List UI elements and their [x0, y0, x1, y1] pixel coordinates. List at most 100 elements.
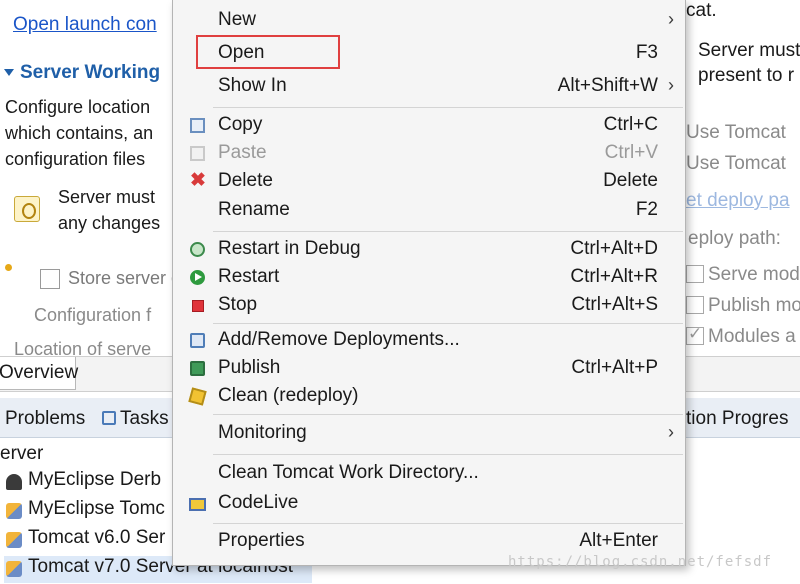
stop-icon	[192, 300, 204, 312]
menu-shortcut: Alt+Shift+W	[557, 75, 658, 96]
context-menu: New › Open F3 Show In Alt+Shift+W › Copy Ctrl…	[172, 0, 686, 566]
menu-label: Restart in Debug	[218, 238, 361, 259]
tomcat-icon	[6, 561, 22, 577]
configuration-label: Configuration f	[34, 305, 152, 325]
menu-item-restart-in-debug[interactable]: Restart in Debug Ctrl+Alt+D	[173, 236, 685, 264]
menu-shortcut: F3	[635, 42, 658, 63]
section-description: Configure location which contains, an co…	[5, 94, 153, 172]
tasks-label: Tasks	[120, 408, 169, 429]
publish-module-checkbox[interactable]	[686, 296, 704, 314]
tab-progress[interactable]: tion Progres	[686, 408, 788, 430]
menu-label: CodeLive	[218, 492, 299, 513]
menu-label: Stop	[218, 294, 258, 315]
deployments-icon	[190, 333, 205, 348]
server-row[interactable]: Tomcat v6.0 Ser	[4, 527, 165, 554]
menu-label: Open	[218, 42, 265, 63]
server-row[interactable]: MyEclipse Tomc	[4, 498, 165, 525]
menu-label: Clean Tomcat Work Directory...	[218, 462, 479, 483]
restart-icon	[190, 270, 205, 285]
serve-modules-label: Serve mod	[708, 264, 800, 285]
menu-item-publish[interactable]: Publish Ctrl+Alt+P	[173, 355, 685, 383]
use-tomcat-option-1[interactable]: Use Tomcat	[686, 122, 786, 144]
server-row-label: MyEclipse Derb	[28, 469, 162, 490]
deploy-path-label: eploy path:	[688, 228, 781, 249]
menu-item-show-in[interactable]: Show In Alt+Shift+W ›	[173, 73, 685, 101]
info-icon	[14, 196, 40, 222]
servers-column-header: erver	[0, 443, 44, 464]
menu-item-monitoring[interactable]: Monitoring ›	[173, 420, 685, 448]
publish-module-label: Publish mo	[708, 295, 800, 316]
store-server-checkbox[interactable]	[40, 269, 60, 289]
set-deploy-path-link[interactable]: et deploy pa	[686, 190, 790, 212]
menu-label: Publish	[218, 357, 281, 378]
menu-shortcut: Alt+Enter	[579, 530, 658, 551]
submenu-arrow-icon: ›	[668, 422, 674, 442]
menu-item-paste: Paste Ctrl+V	[173, 140, 685, 168]
menu-item-new[interactable]: New ›	[173, 7, 685, 35]
menu-separator	[213, 323, 683, 324]
menu-item-properties[interactable]: Properties Alt+Enter	[173, 528, 685, 556]
menu-label: Add/Remove Deployments...	[218, 329, 460, 350]
menu-label: Rename	[218, 199, 290, 220]
menu-item-clean-tomcat-work-directory[interactable]: Clean Tomcat Work Directory...	[173, 460, 685, 488]
store-server-label: Store server co	[68, 268, 180, 288]
tab-overview[interactable]: Overview	[0, 357, 78, 390]
menu-label: Properties	[218, 530, 305, 551]
server-row[interactable]: MyEclipse Derb	[4, 469, 161, 496]
menu-item-add-remove-deployments[interactable]: Add/Remove Deployments...	[173, 327, 685, 355]
publish-icon	[190, 361, 205, 376]
server-editor-left: Open launch con Server Working Configure…	[0, 0, 180, 584]
server-must-note: Server must any changes	[58, 184, 160, 236]
menu-shortcut: Ctrl+Alt+D	[570, 238, 658, 259]
modules-label: Modules a	[708, 326, 796, 347]
debug-icon	[190, 242, 205, 257]
collapse-triangle-icon[interactable]	[4, 69, 14, 77]
menu-item-copy[interactable]: Copy Ctrl+C	[173, 112, 685, 140]
menu-separator	[213, 523, 683, 524]
server-editor-right: cat. Server must present to r Use Tomcat…	[686, 0, 800, 584]
derby-icon	[6, 474, 22, 490]
open-launch-config-link[interactable]: Open launch con	[13, 14, 157, 36]
copy-icon	[190, 118, 205, 133]
note-line: any changes	[58, 213, 161, 233]
menu-separator	[213, 454, 683, 455]
note-line: Server must	[58, 187, 156, 207]
server-row-label: MyEclipse Tomc	[28, 498, 165, 519]
problems-label: Problems	[5, 408, 86, 429]
menu-shortcut: Ctrl+C	[603, 114, 658, 135]
tomcat-icon	[6, 503, 22, 519]
menu-item-codelive[interactable]: CodeLive	[173, 490, 685, 518]
menu-label: Copy	[218, 114, 263, 135]
menu-label: Clean (redeploy)	[218, 385, 359, 406]
description-line: Configure location	[5, 97, 151, 117]
tab-problems[interactable]: Problems	[5, 408, 85, 430]
server-row-label: Tomcat v6.0 Ser	[28, 527, 166, 548]
menu-label: Paste	[218, 142, 267, 163]
menu-label: Delete	[218, 170, 273, 191]
paste-icon	[190, 146, 205, 161]
menu-item-rename[interactable]: Rename F2	[173, 197, 685, 225]
menu-shortcut: Delete	[603, 170, 658, 191]
server-working-section-title[interactable]: Server Working	[4, 62, 160, 84]
menu-item-stop[interactable]: Stop Ctrl+Alt+S	[173, 292, 685, 320]
menu-item-clean[interactable]: Clean (redeploy)	[173, 383, 685, 411]
menu-shortcut: F2	[635, 199, 658, 220]
submenu-arrow-icon: ›	[668, 9, 674, 29]
menu-label: Show In	[218, 75, 287, 96]
tab-tasks[interactable]: Tasks	[102, 408, 169, 430]
menu-separator	[213, 414, 683, 415]
serve-modules-checkbox[interactable]	[686, 265, 704, 283]
description-line: which contains, an	[5, 123, 154, 143]
menu-label: Monitoring	[218, 422, 307, 443]
use-tomcat-option-2[interactable]: Use Tomcat	[686, 153, 786, 175]
menu-shortcut: Ctrl+Alt+S	[571, 294, 658, 315]
delete-icon: ✖	[190, 170, 206, 191]
tasks-icon	[102, 411, 116, 425]
menu-separator	[213, 231, 683, 232]
modules-checkbox[interactable]	[686, 324, 704, 345]
menu-item-restart[interactable]: Restart Ctrl+Alt+R	[173, 264, 685, 292]
menu-item-open[interactable]: Open F3	[173, 40, 685, 68]
menu-label: New	[218, 9, 257, 30]
menu-separator	[213, 107, 683, 108]
menu-item-delete[interactable]: ✖ Delete Delete	[173, 168, 685, 196]
